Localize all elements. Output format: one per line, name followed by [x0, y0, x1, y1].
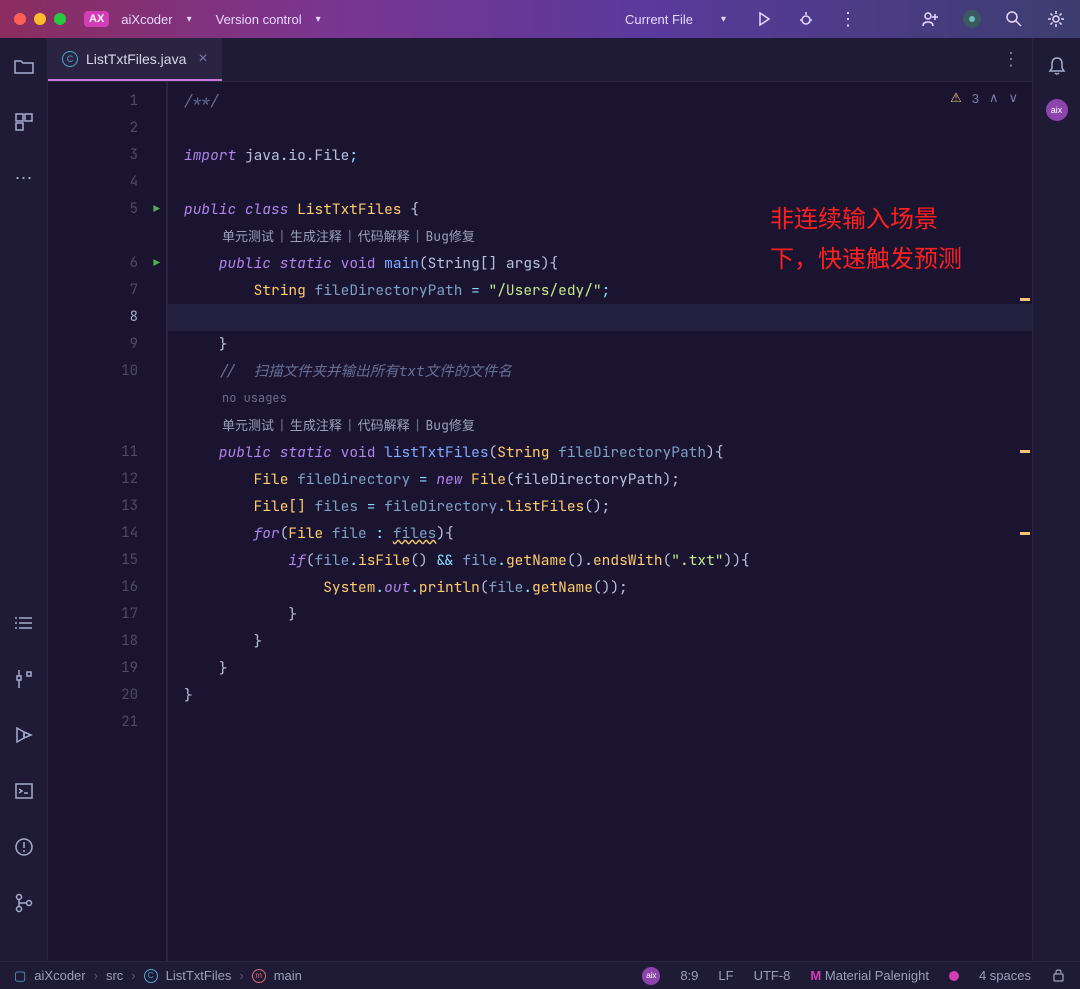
line-number[interactable]: 6▶ [48, 250, 166, 277]
right-toolbar: aix [1032, 38, 1080, 961]
chevron-down-icon[interactable]: ▾ [316, 14, 321, 25]
code-editor[interactable]: ⚠ 3 ∧ ∨ 1 2 3 4 5▶ 6▶ 7 8 9 10 [48, 82, 1032, 961]
line-number[interactable]: 11 [48, 439, 166, 466]
line-number[interactable]: 21 [48, 709, 166, 736]
run-gutter-icon[interactable]: ▶ [153, 250, 160, 277]
terminal-icon[interactable] [12, 779, 36, 803]
maximize-window-icon[interactable] [54, 13, 66, 25]
method-icon: m [252, 969, 266, 983]
line-number[interactable]: 16 [48, 574, 166, 601]
more-icon[interactable]: ⋮ [838, 9, 858, 29]
debug-icon[interactable] [796, 9, 816, 29]
line-number[interactable]: 7 [48, 277, 166, 304]
indent-settings[interactable]: 4 spaces [979, 968, 1031, 983]
line-number[interactable]: 3 [48, 142, 166, 169]
warning-count: 3 [972, 91, 979, 106]
breadcrumb-project[interactable]: aiXcoder [34, 968, 85, 983]
search-icon[interactable] [1004, 9, 1024, 29]
prev-highlight-icon[interactable]: ∧ [989, 90, 999, 106]
no-usages-hint: no usages [184, 385, 1032, 412]
gutter[interactable]: 1 2 3 4 5▶ 6▶ 7 8 9 10 11 12 13 14 15 16… [48, 82, 168, 961]
project-icon[interactable] [12, 54, 36, 78]
statusbar: ▢ aiXcoder › src › C ListTxtFiles › m ma… [0, 961, 1080, 989]
module-icon: ▢ [14, 968, 26, 984]
titlebar: AX aiXcoder ▾ Version control ▾ Current … [0, 0, 1080, 38]
vcs-menu[interactable]: Version control [216, 12, 302, 27]
app-logo: AX [84, 11, 109, 27]
titlebar-right: Current File ▾ ⋮ [625, 9, 1066, 29]
next-highlight-icon[interactable]: ∨ [1008, 90, 1018, 106]
line-number[interactable]: 19 [48, 655, 166, 682]
warning-icon: ⚠ [950, 90, 962, 106]
problems-icon[interactable] [12, 835, 36, 859]
window-controls [14, 13, 66, 25]
theme-label[interactable]: M Material Palenight [810, 968, 929, 983]
tabs-right-controls: ⋮ [1002, 38, 1032, 81]
line-number[interactable]: 9 [48, 331, 166, 358]
line-ending[interactable]: LF [718, 968, 733, 983]
tabs-row: C ListTxtFiles.java × ⋮ [48, 38, 1032, 82]
editor-area: C ListTxtFiles.java × ⋮ ⚠ 3 ∧ ∨ 1 [48, 38, 1032, 961]
breadcrumb-class[interactable]: ListTxtFiles [166, 968, 232, 983]
line-number[interactable]: 20 [48, 682, 166, 709]
run-gutter-icon[interactable]: ▶ [153, 196, 160, 223]
breadcrumb[interactable]: ▢ aiXcoder › src › C ListTxtFiles › m ma… [14, 968, 302, 984]
line-number[interactable]: 10 [48, 358, 166, 385]
line-number[interactable]: 17 [48, 601, 166, 628]
chevron-down-icon[interactable]: ▾ [187, 14, 192, 25]
breadcrumb-method[interactable]: main [274, 968, 302, 983]
chevron-down-icon[interactable]: ▾ [721, 14, 726, 25]
project-name[interactable]: aiXcoder [121, 12, 172, 27]
line-number[interactable]: 5▶ [48, 196, 166, 223]
inspection-badges[interactable]: ⚠ 3 ∧ ∨ [950, 90, 1018, 106]
line-number[interactable]: 1 [48, 88, 166, 115]
more-tools-icon[interactable]: ⋯ [12, 166, 36, 190]
more-tab-options-icon[interactable]: ⋮ [1002, 49, 1020, 70]
line-number[interactable]: 15 [48, 547, 166, 574]
close-tab-icon[interactable]: × [198, 50, 207, 68]
run-tool-icon[interactable] [12, 723, 36, 747]
class-file-icon: C [62, 51, 78, 67]
avatar-icon[interactable] [962, 9, 982, 29]
build-icon[interactable] [12, 667, 36, 691]
overlay-annotation: 非连续输入场景 下，快速触发预测 [770, 200, 962, 280]
git-icon[interactable] [12, 891, 36, 915]
gear-icon[interactable] [1046, 9, 1066, 29]
line-number[interactable]: 18 [48, 628, 166, 655]
left-toolbar: ⋯ [0, 38, 48, 961]
theme-dot-icon[interactable] [949, 971, 959, 981]
statusbar-right: aix 8:9 LF UTF-8 M Material Palenight 4 … [642, 967, 1066, 985]
notifications-icon[interactable] [1045, 54, 1069, 78]
error-stripe[interactable] [1020, 82, 1030, 961]
chevron-right-icon: › [94, 968, 98, 983]
line-number[interactable]: 8 [48, 304, 166, 331]
ai-hint-row[interactable]: 单元测试|生成注释|代码解释|Bug修复 [184, 412, 1032, 439]
line-number[interactable]: 13 [48, 493, 166, 520]
aix-status-icon[interactable]: aix [642, 967, 660, 985]
class-icon: C [144, 969, 158, 983]
main-area: ⋯ C ListTxtFiles.java × [0, 38, 1080, 961]
run-config-selector[interactable]: Current File [625, 12, 693, 27]
close-window-icon[interactable] [14, 13, 26, 25]
line-number[interactable]: 14 [48, 520, 166, 547]
breadcrumb-src[interactable]: src [106, 968, 123, 983]
encoding[interactable]: UTF-8 [754, 968, 791, 983]
add-user-icon[interactable] [920, 9, 940, 29]
list-icon[interactable] [12, 611, 36, 635]
chevron-right-icon: › [239, 968, 243, 983]
tab-label: ListTxtFiles.java [86, 51, 186, 67]
structure-icon[interactable] [12, 110, 36, 134]
line-number[interactable]: 2 [48, 115, 166, 142]
file-tab[interactable]: C ListTxtFiles.java × [48, 38, 222, 81]
code-content[interactable]: /**/ import java.io.File; public class L… [168, 82, 1032, 961]
cursor-position[interactable]: 8:9 [680, 968, 698, 983]
minimize-window-icon[interactable] [34, 13, 46, 25]
line-number[interactable]: 4 [48, 169, 166, 196]
run-icon[interactable] [754, 9, 774, 29]
aix-panel-icon[interactable]: aix [1045, 98, 1069, 122]
readonly-toggle-icon[interactable] [1051, 968, 1066, 983]
line-number[interactable]: 12 [48, 466, 166, 493]
chevron-right-icon: › [131, 968, 135, 983]
